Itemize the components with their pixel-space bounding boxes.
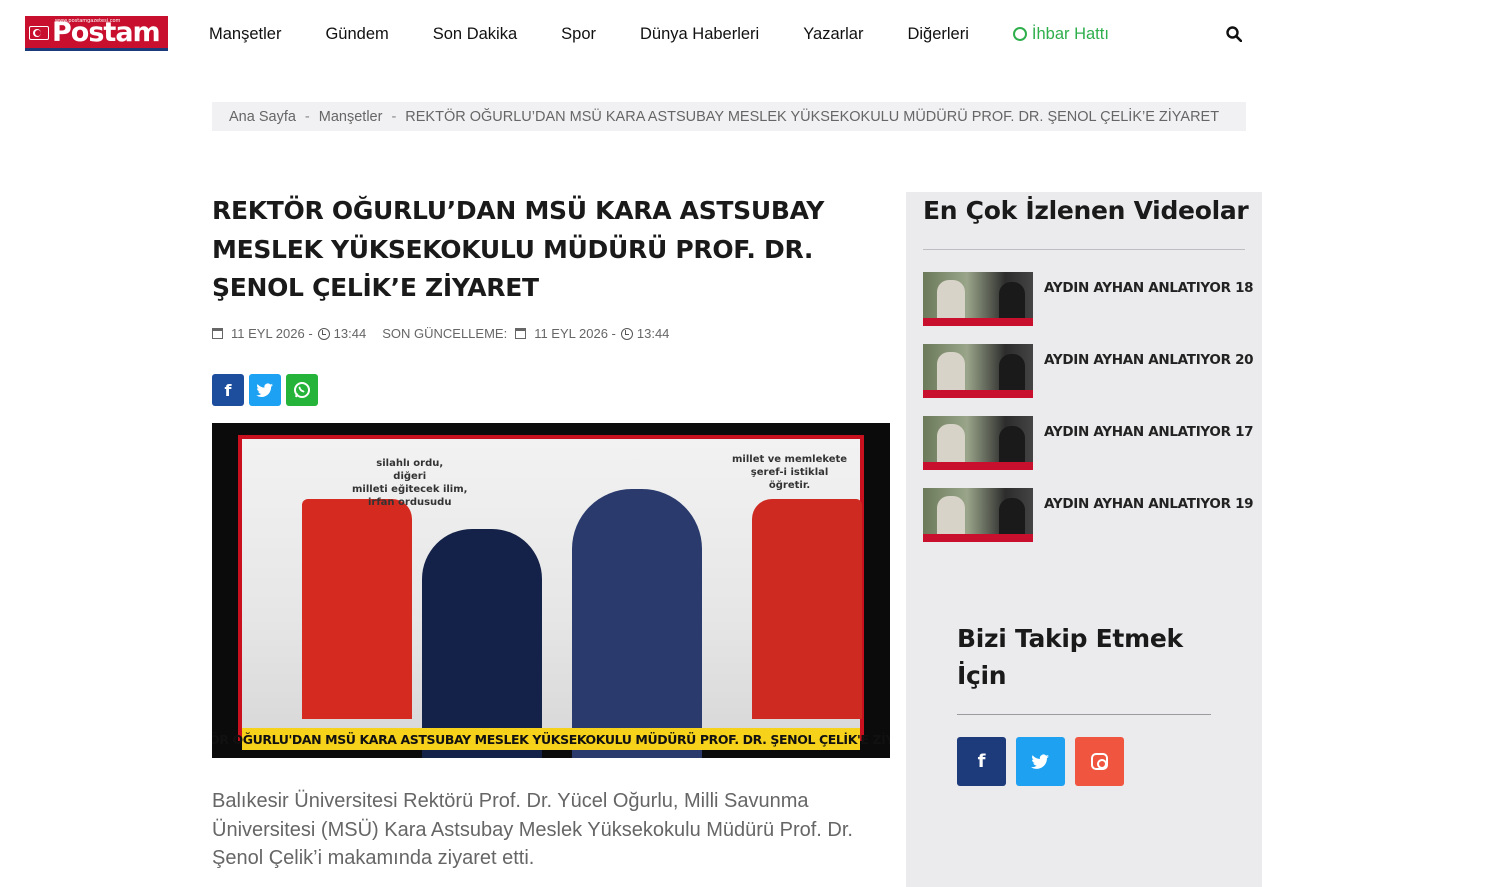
nav-item-ihbar-label: İhbar Hattı bbox=[1031, 24, 1109, 43]
turkish-flag-icon bbox=[29, 26, 49, 40]
video-thumbnail bbox=[923, 272, 1033, 326]
nav-item-mansetler[interactable]: Manşetler bbox=[209, 25, 281, 44]
image-frame: silahlı ordu, diğeri milleti eğitecek il… bbox=[238, 435, 864, 758]
video-thumbnail bbox=[923, 416, 1033, 470]
search-icon[interactable] bbox=[1226, 26, 1242, 42]
social-links: f bbox=[957, 737, 1134, 786]
video-item[interactable]: AYDIN AYHAN ANLATIYOR 18 bbox=[923, 272, 1254, 326]
logo-name: Postam bbox=[52, 17, 161, 48]
follow-heading: Bizi Takip Etmek İçin bbox=[957, 624, 1183, 690]
video-thumbnail bbox=[923, 344, 1033, 398]
breadcrumb: Ana Sayfa - Manşetler - REKTÖR OĞURLU’DA… bbox=[212, 102, 1246, 131]
nav-item-digerleri[interactable]: Diğerleri bbox=[907, 25, 968, 44]
whatsapp-icon bbox=[1012, 27, 1027, 41]
image-quote-right: millet ve memlekete şeref-i istiklal öğr… bbox=[732, 454, 848, 491]
updated-date: 11 EYL 2026 - bbox=[534, 326, 616, 341]
clock-icon bbox=[317, 327, 330, 340]
facebook-icon: f bbox=[977, 751, 986, 772]
video-title: AYDIN AYHAN ANLATIYOR 18 bbox=[1044, 280, 1254, 296]
article-meta: 11 EYL 2026 - 13:44 SON GÜNCELLEME: 11 E… bbox=[212, 326, 669, 341]
nav-item-dunya-haberleri[interactable]: Dünya Haberleri bbox=[640, 25, 759, 44]
breadcrumb-category-link[interactable]: Manşetler bbox=[319, 109, 383, 125]
share-whatsapp-button[interactable] bbox=[286, 374, 318, 406]
nav-item-yazarlar[interactable]: Yazarlar bbox=[803, 25, 863, 44]
calendar-icon bbox=[515, 328, 527, 339]
updated-label: SON GÜNCELLEME: bbox=[382, 326, 508, 341]
video-title: AYDIN AYHAN ANLATIYOR 17 bbox=[1044, 424, 1254, 440]
image-quote-left: silahlı ordu, diğeri milleti eğitecek il… bbox=[352, 458, 468, 508]
article-title: REKTÖR OĞURLU’DAN MSÜ KARA ASTSUBAY MESL… bbox=[212, 196, 825, 302]
site-logo[interactable]: www.postamgazetesi.com Postam bbox=[25, 16, 168, 51]
twitter-icon bbox=[1031, 754, 1049, 769]
share-twitter-button[interactable] bbox=[249, 374, 281, 406]
breadcrumb-separator: - bbox=[391, 108, 397, 125]
article-image: silahlı ordu, diğeri milleti eğitecek il… bbox=[212, 423, 890, 758]
main-nav: Manşetler Gündem Son Dakika Spor Dünya H… bbox=[209, 24, 1153, 44]
nav-item-spor[interactable]: Spor bbox=[561, 25, 596, 44]
nav-item-ihbar-hatti[interactable]: İhbar Hattı bbox=[1012, 24, 1109, 44]
image-caption: REKTÖR OĞURLU'DAN MSÜ KARA ASTSUBAY MESL… bbox=[212, 728, 890, 750]
turkish-flag-left bbox=[302, 499, 412, 719]
facebook-link-button[interactable]: f bbox=[957, 737, 1006, 786]
video-item[interactable]: AYDIN AYHAN ANLATIYOR 19 bbox=[923, 488, 1254, 542]
article-lead: Balıkesir Üniversitesi Rektörü Prof. Dr.… bbox=[212, 790, 853, 869]
breadcrumb-current: REKTÖR OĞURLU’DAN MSÜ KARA ASTSUBAY MESL… bbox=[405, 108, 1220, 125]
video-thumbnail bbox=[923, 488, 1033, 542]
instagram-icon bbox=[1091, 753, 1108, 770]
twitter-link-button[interactable] bbox=[1016, 737, 1065, 786]
share-buttons: f bbox=[212, 374, 323, 406]
nav-item-gundem[interactable]: Gündem bbox=[325, 25, 388, 44]
calendar-icon bbox=[212, 328, 223, 339]
turkish-flag-right bbox=[752, 499, 862, 719]
twitter-icon bbox=[256, 382, 273, 397]
sidebar: En Çok İzlenen Videolar AYDIN AYHAN ANLA… bbox=[906, 192, 1262, 887]
video-title: AYDIN AYHAN ANLATIYOR 19 bbox=[1044, 496, 1254, 512]
divider bbox=[923, 249, 1245, 250]
share-facebook-button[interactable]: f bbox=[212, 374, 244, 406]
site-header: www.postamgazetesi.com Postam Manşetler … bbox=[0, 0, 1489, 68]
updated-time: 13:44 bbox=[636, 326, 670, 341]
divider bbox=[957, 714, 1211, 715]
videos-heading: En Çok İzlenen Videolar bbox=[923, 196, 1249, 225]
facebook-icon: f bbox=[224, 380, 232, 400]
person-left bbox=[422, 529, 542, 758]
breadcrumb-home-link[interactable]: Ana Sayfa bbox=[229, 109, 296, 125]
person-right bbox=[572, 489, 702, 758]
publish-date: 11 EYL 2026 - bbox=[231, 326, 313, 341]
publish-time: 13:44 bbox=[333, 326, 367, 341]
whatsapp-icon bbox=[294, 382, 310, 398]
video-title: AYDIN AYHAN ANLATIYOR 20 bbox=[1044, 352, 1254, 368]
video-item[interactable]: AYDIN AYHAN ANLATIYOR 20 bbox=[923, 344, 1254, 398]
video-item[interactable]: AYDIN AYHAN ANLATIYOR 17 bbox=[923, 416, 1254, 470]
instagram-link-button[interactable] bbox=[1075, 737, 1124, 786]
clock-icon bbox=[620, 327, 633, 340]
breadcrumb-separator: - bbox=[304, 108, 310, 125]
nav-item-son-dakika[interactable]: Son Dakika bbox=[433, 25, 517, 44]
